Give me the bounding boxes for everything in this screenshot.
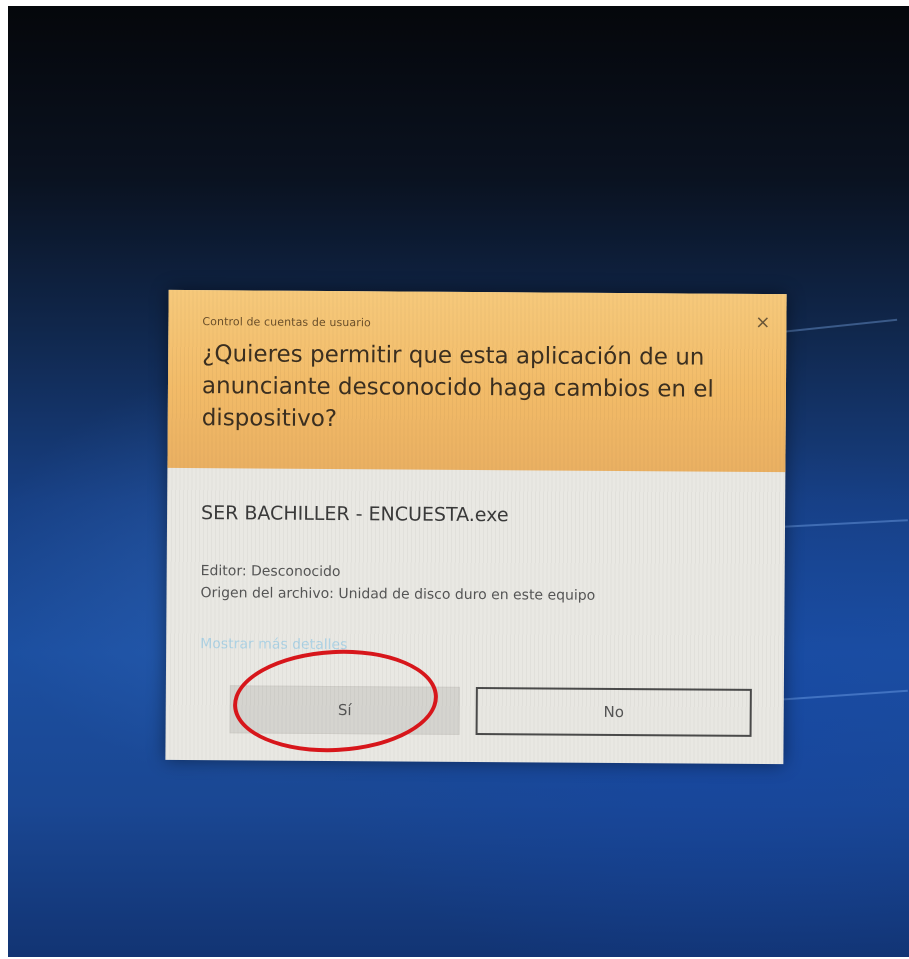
dialog-question: ¿Quieres permitir que esta aplicación de… [201, 341, 714, 433]
publisher-text: Editor: Desconocido [200, 563, 341, 581]
dialog-caption: Control de cuentas de usuario [202, 315, 371, 330]
app-filename: SER BACHILLER - ENCUESTA.exe [201, 502, 509, 527]
close-icon[interactable]: × [755, 312, 770, 333]
desktop-photo: Control de cuentas de usuario × ¿Quieres… [8, 6, 909, 957]
origin-text: Origen del archivo: Unidad de disco duro… [200, 585, 596, 604]
no-button[interactable]: No [475, 687, 752, 737]
app-info: Editor: Desconocido Origen del archivo: … [200, 560, 595, 607]
dialog-header: Control de cuentas de usuario × ¿Quieres… [167, 289, 787, 473]
